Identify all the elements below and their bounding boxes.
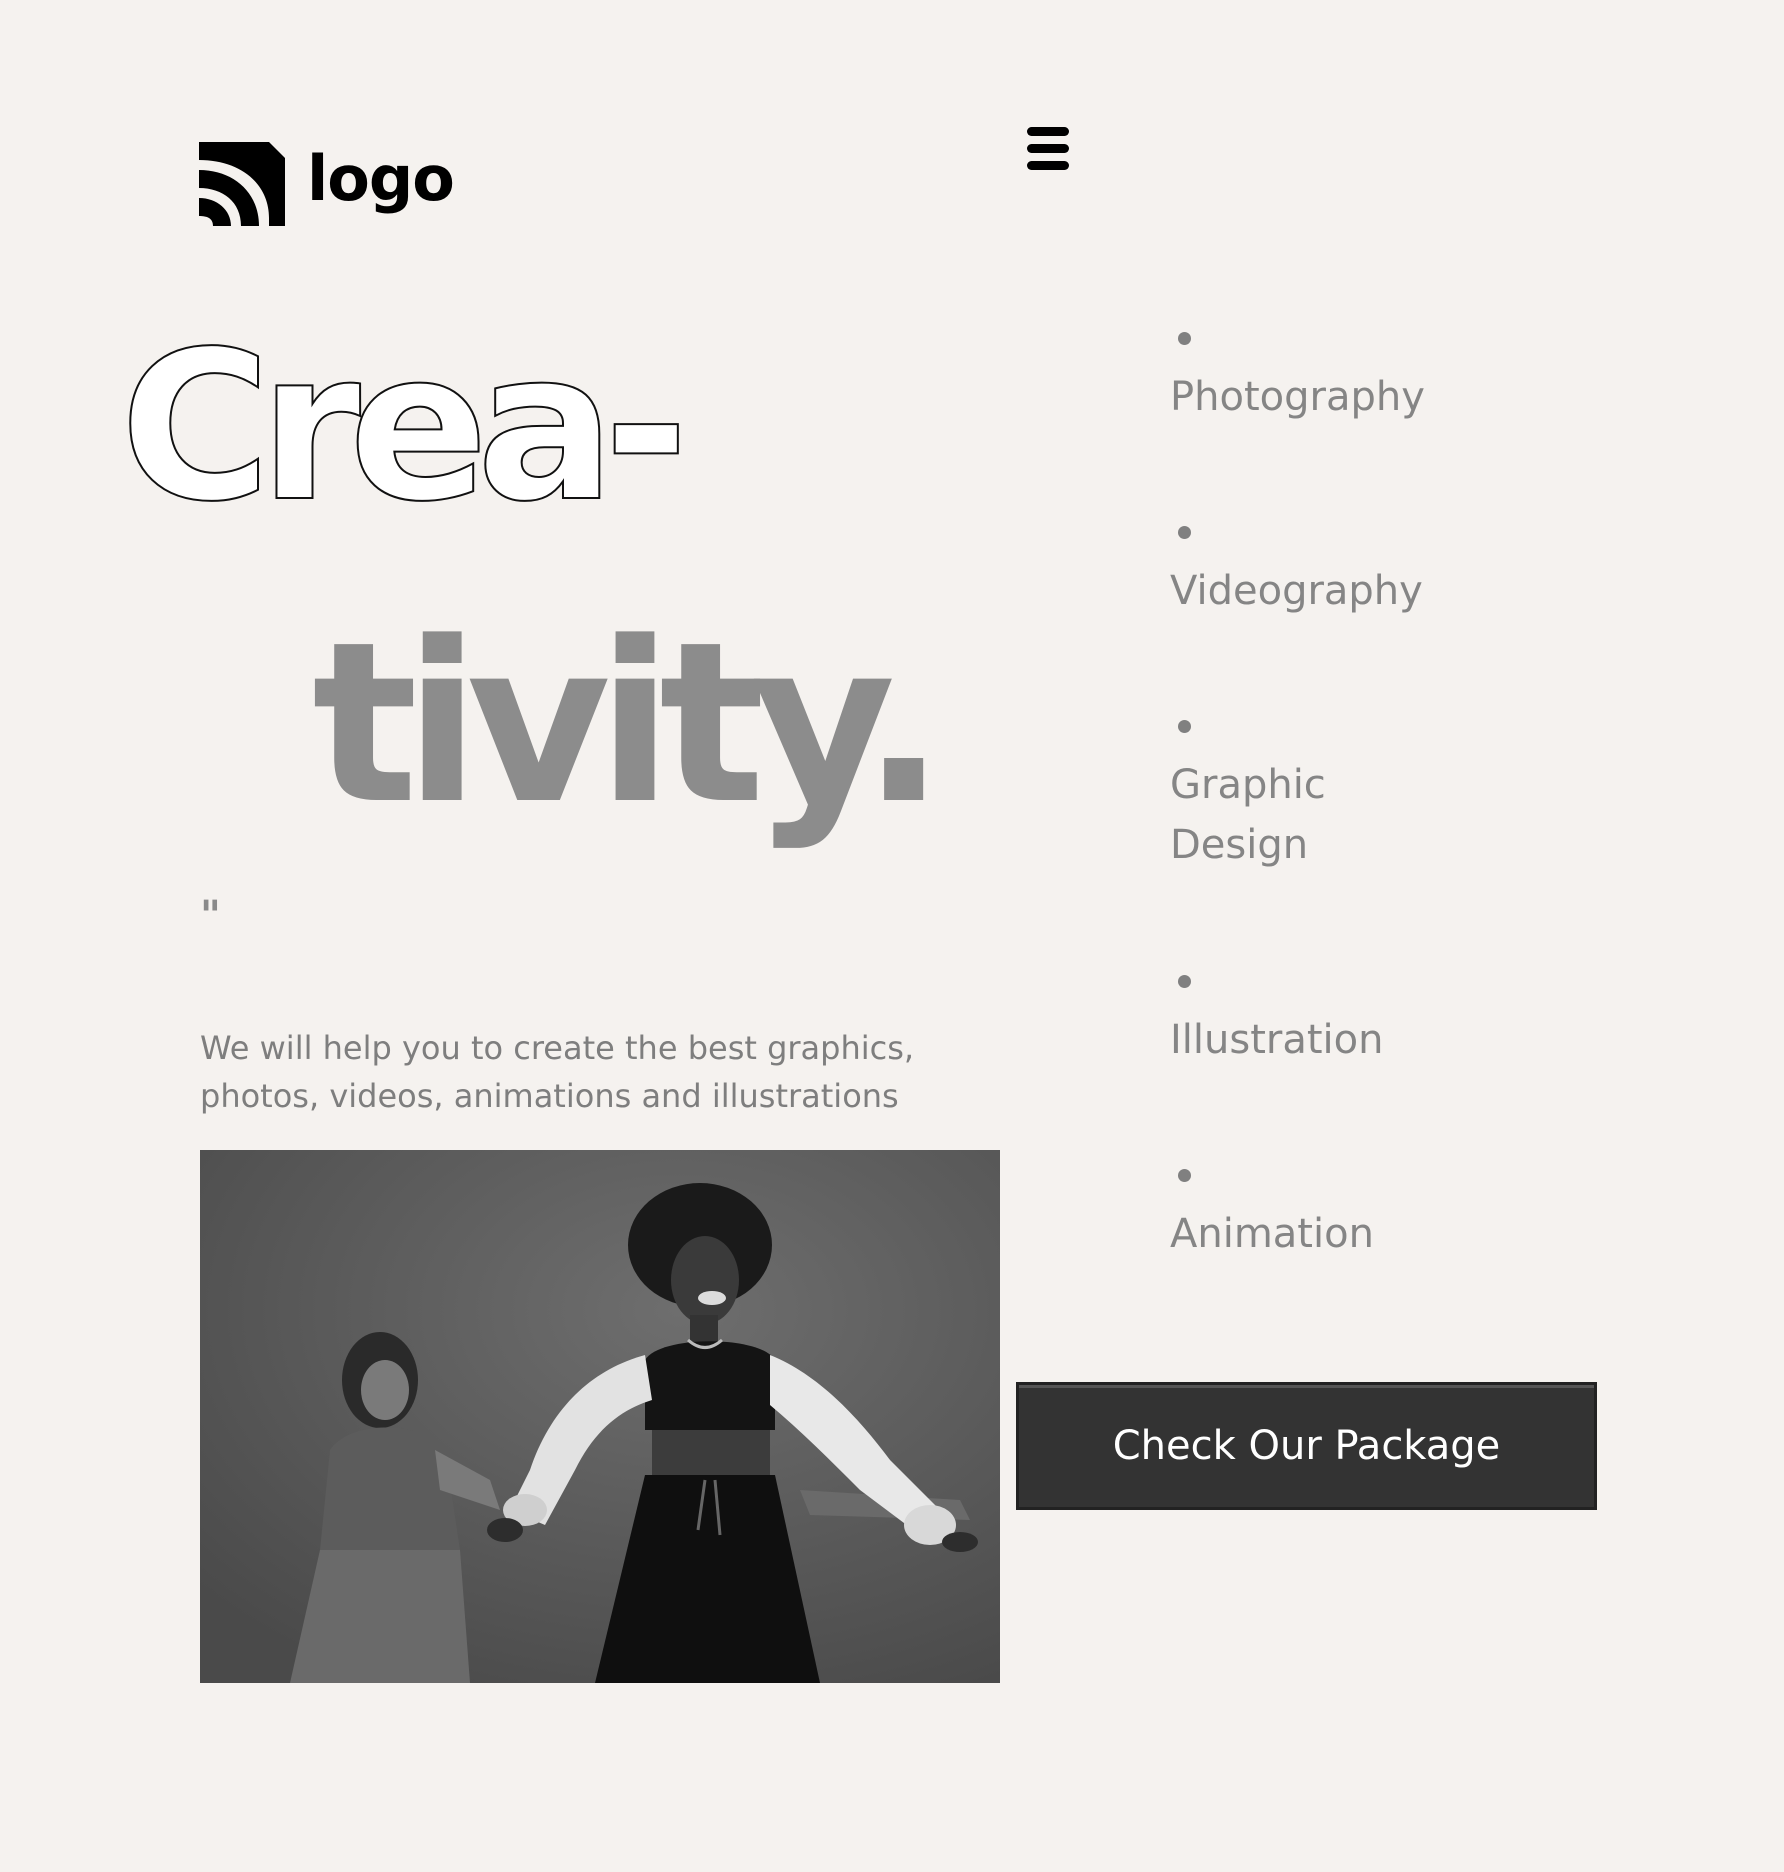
headline-line-1: Crea-: [119, 306, 691, 548]
service-label: Videography: [1170, 568, 1423, 614]
quote-mark: ": [200, 893, 221, 939]
service-item-photography[interactable]: Photography: [1170, 332, 1590, 514]
check-package-button[interactable]: Check Our Package: [1016, 1382, 1597, 1510]
service-item-illustration[interactable]: Illustration: [1170, 975, 1590, 1157]
bullet-dot-icon: [1178, 1169, 1191, 1182]
bullet-dot-icon: [1178, 975, 1191, 988]
headline-line-1-text: Crea-: [120, 307, 678, 547]
logo-mark-icon: [199, 142, 285, 226]
hamburger-line: [1027, 144, 1069, 153]
bullet-dot-icon: [1178, 526, 1191, 539]
headline-line-2: tivity.: [312, 595, 946, 853]
bullet-dot-icon: [1178, 720, 1191, 733]
hamburger-menu-icon[interactable]: [1027, 127, 1069, 171]
logo-text: logo: [307, 142, 455, 215]
service-label: Photography: [1170, 374, 1425, 420]
service-item-videography[interactable]: Videography: [1170, 526, 1590, 708]
service-item-animation[interactable]: Animation: [1170, 1169, 1590, 1351]
headline-line-2-text: tivity.: [312, 595, 932, 853]
service-label: Graphic Design: [1170, 762, 1326, 868]
logo[interactable]: logo: [199, 138, 455, 228]
hamburger-line: [1027, 161, 1069, 170]
bullet-dot-icon: [1178, 332, 1191, 345]
hero-photo-dancers: [200, 1150, 1000, 1683]
hero-description: We will help you to create the best grap…: [200, 1029, 915, 1115]
service-label: Animation: [1170, 1211, 1374, 1257]
service-item-graphic-design[interactable]: Graphic Design: [1170, 720, 1590, 963]
dancers-image: [200, 1150, 1000, 1683]
services-list: Photography Videography Graphic Design I…: [1170, 320, 1590, 1351]
hamburger-line: [1027, 127, 1069, 136]
service-label: Illustration: [1170, 1017, 1384, 1063]
